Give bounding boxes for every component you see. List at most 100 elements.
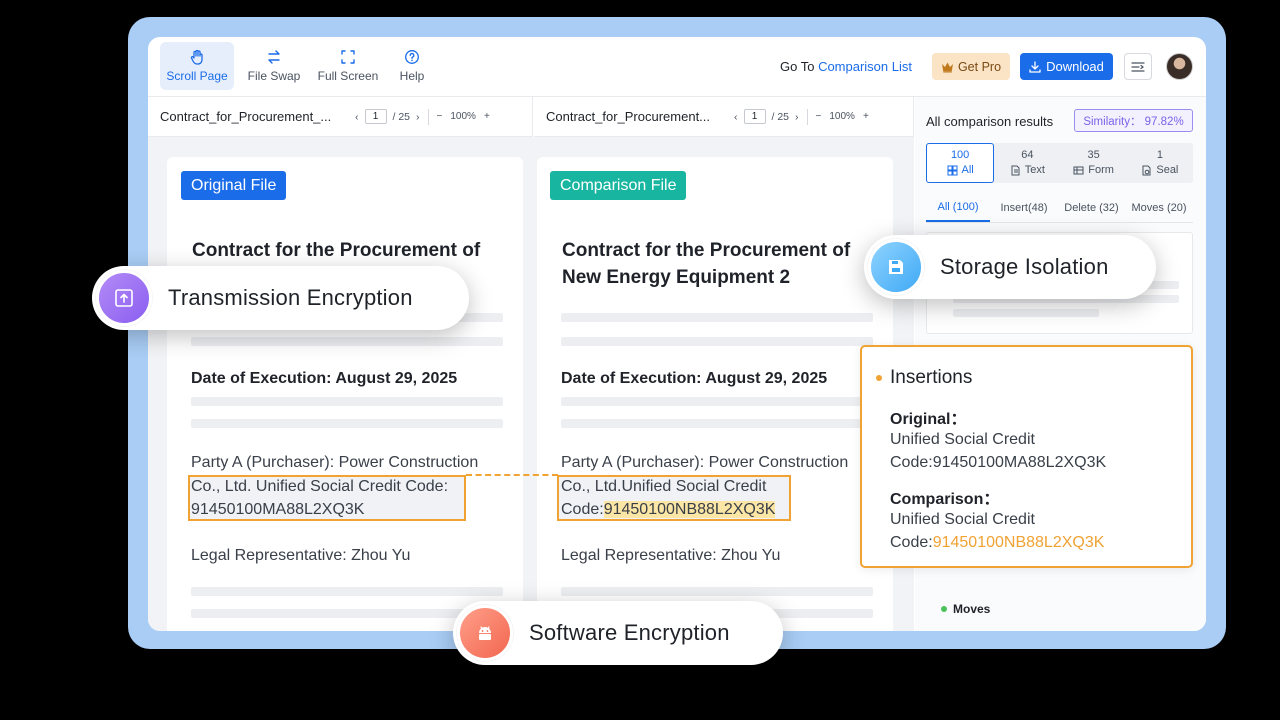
full-screen-label: Full Screen (317, 69, 379, 83)
tab-delete[interactable]: Delete (32) (1058, 193, 1125, 222)
comparison-value: Unified Social Credit Code:91450100NB88L… (890, 508, 1104, 554)
stat-form[interactable]: 35 Form (1061, 143, 1127, 183)
storage-isolation-badge: Storage Isolation (864, 235, 1156, 299)
stat-count: 1 (1156, 149, 1163, 161)
original-file-tag: Original File (181, 171, 287, 200)
diff-connector (466, 474, 558, 476)
next-page-icon[interactable]: › (795, 111, 799, 123)
original-value-line: Unified Social Credit (890, 431, 1035, 448)
next-page-icon[interactable]: › (416, 111, 420, 123)
placeholder-line (561, 587, 873, 596)
save-icon (868, 239, 924, 295)
right-page-total: / 25 (771, 110, 790, 123)
zoom-in-icon[interactable]: + (863, 111, 869, 122)
left-pager: ‹ 1 / 25 › (355, 109, 420, 124)
upload-lock-icon (96, 270, 152, 326)
results-title: All comparison results (926, 114, 1054, 129)
zoom-in-icon[interactable]: + (484, 111, 490, 122)
zoom-out-icon[interactable]: − (437, 111, 443, 122)
comparison-list-link[interactable]: Comparison List (818, 59, 912, 74)
stat-label: Seal (1156, 164, 1179, 176)
hand-icon (190, 49, 203, 65)
stat-text[interactable]: 64 Text (994, 143, 1060, 183)
popover-heading: Insertions (876, 367, 972, 389)
left-page-total: / 25 (392, 110, 411, 123)
comparison-value-line: Code:91450100NB88L2XQ3K (890, 531, 1104, 554)
storage-isolation-label: Storage Isolation (940, 254, 1109, 279)
divider (806, 108, 808, 125)
table-icon (1073, 166, 1084, 175)
document-icon (1011, 165, 1020, 176)
right-page-input[interactable]: 1 (743, 109, 766, 124)
right-zoom-value: 100% (829, 111, 855, 122)
stat-all[interactable]: 100 All (926, 143, 995, 183)
left-page-input[interactable]: 1 (364, 109, 387, 124)
prev-page-icon[interactable]: ‹ (355, 111, 359, 123)
right-filename: Contract_for_Procurement... (546, 109, 711, 124)
goto-comparison-list: Go To Comparison List (780, 59, 912, 74)
placeholder-line (953, 309, 1099, 317)
avatar[interactable] (1166, 53, 1193, 80)
popover-heading-text: Insertions (890, 367, 973, 388)
scroll-page-button[interactable]: Scroll Page (160, 42, 234, 90)
comparison-credit-code: Code:91450100NB88L2XQ3K (561, 498, 776, 521)
original-label: Original： (890, 411, 967, 428)
goto-prefix: Go To (780, 59, 819, 74)
original-party-line: Party A (Purchaser): Power Construction (191, 454, 479, 471)
placeholder-line (191, 419, 503, 428)
original-value-line: Code:91450100MA88L2XQ3K (890, 454, 1107, 471)
left-zoom-value: 100% (450, 111, 476, 122)
right-pager: ‹ 1 / 25 › (734, 109, 799, 124)
tab-all[interactable]: All (100) (926, 193, 990, 222)
get-pro-button[interactable]: Get Pro (932, 53, 1010, 80)
code-prefix: Code: (890, 534, 933, 551)
get-pro-label: Get Pro (957, 59, 1002, 74)
comparison-label: Comparison： (890, 491, 1000, 508)
original-credit-code: 91450100MA88L2XQ3K (191, 501, 365, 518)
placeholder-line (191, 587, 503, 596)
comparison-legal-rep: Legal Representative: Zhou Yu (561, 547, 781, 564)
divider (427, 108, 429, 125)
help-button[interactable]: Help (392, 42, 432, 90)
comparison-page[interactable]: Comparison File Contract for the Procure… (537, 157, 893, 631)
placeholder-line (561, 313, 873, 322)
scroll-page-label: Scroll Page (166, 69, 228, 83)
original-party-line: Co., Ltd. Unified Social Credit Code: (191, 478, 449, 495)
toolbar: Scroll Page File Swap Full Screen Help G… (148, 37, 1206, 97)
code-prefix: Code: (561, 501, 604, 518)
tab-insert[interactable]: Insert(48) (990, 193, 1058, 222)
transmission-encryption-badge: Transmission Encryption (92, 266, 469, 330)
insertion-dot (876, 375, 882, 381)
swap-icon (268, 50, 280, 64)
original-page[interactable]: Original File Contract for the Procureme… (167, 157, 523, 631)
comparison-title-line: New Energy Equipment 2 (562, 267, 791, 288)
original-date: Date of Execution: August 29, 2025 (191, 370, 458, 387)
placeholder-line (561, 397, 873, 406)
zoom-out-icon[interactable]: − (816, 111, 822, 122)
tab-moves[interactable]: Moves (20) (1125, 193, 1193, 222)
menu-collapse-icon (1131, 61, 1145, 72)
help-label: Help (399, 69, 425, 83)
panel-toggle-button[interactable] (1124, 53, 1152, 80)
result-type-tabs: 100 All 64 Text 35 Form 1 Seal (926, 143, 1193, 183)
full-screen-button[interactable]: Full Screen (314, 42, 382, 90)
similarity-badge: Similarity： 97.82% (1074, 109, 1193, 132)
download-button[interactable]: Download (1020, 53, 1113, 80)
software-encryption-badge: Software Encryption (453, 601, 783, 665)
original-legal-rep: Legal Representative: Zhou Yu (191, 547, 411, 564)
comparison-title-line: Contract for the Procurement of (562, 240, 851, 261)
comparison-date: Date of Execution: August 29, 2025 (561, 370, 828, 387)
left-zoom: − 100% + (437, 111, 490, 122)
android-icon (457, 605, 513, 661)
seal-icon (1142, 165, 1151, 176)
prev-page-icon[interactable]: ‹ (734, 111, 738, 123)
stat-label: Text (1024, 164, 1045, 176)
stat-label: Form (1088, 164, 1114, 176)
changed-credit-code: 91450100NB88L2XQ3K (603, 501, 776, 518)
comparison-title: Contract for the Procurement of New Ener… (562, 237, 882, 291)
stat-seal[interactable]: 1 Seal (1127, 143, 1193, 183)
software-encryption-label: Software Encryption (529, 620, 730, 645)
original-value: Unified Social Credit Code:91450100MA88L… (890, 428, 1106, 474)
download-icon (1029, 60, 1041, 73)
file-swap-button[interactable]: File Swap (242, 42, 306, 90)
